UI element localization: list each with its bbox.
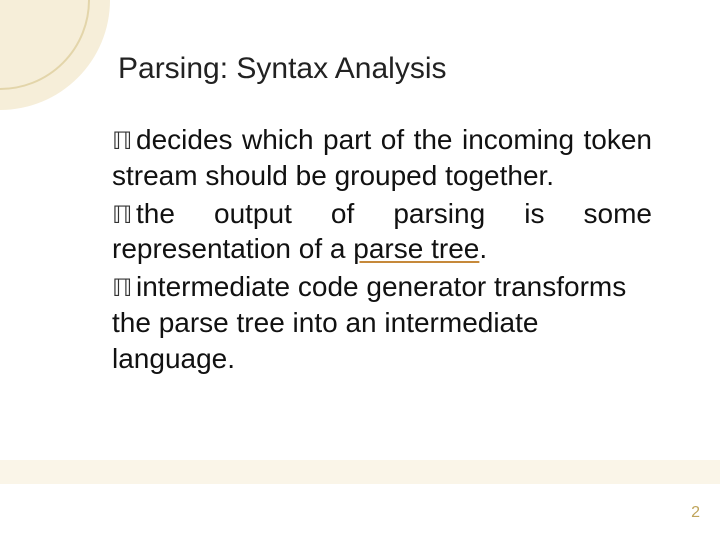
bullet-lead: intermediate xyxy=(136,271,290,302)
slide: Parsing: Syntax Analysis ℿdecides which … xyxy=(0,0,720,540)
bullet-item: ℿdecides which part of the incoming toke… xyxy=(112,122,652,194)
bullet-text: decides which part of the incoming token… xyxy=(112,124,652,191)
bullet-item: ℿthe output of parsing is some represent… xyxy=(112,196,652,268)
bullet-item: ℿintermediate code generator transforms … xyxy=(112,269,652,376)
bullet-glyph-icon: ℿ xyxy=(112,274,136,305)
bullet-emphasis: parse tree xyxy=(353,233,479,264)
bullet-rest: . xyxy=(479,233,487,264)
bullet-text: the output of parsing is some representa… xyxy=(112,198,652,265)
bullet-lead: the xyxy=(136,198,175,229)
bottom-accent-band xyxy=(0,460,720,484)
page-number: 2 xyxy=(691,504,700,522)
content-area: Parsing: Syntax Analysis ℿdecides which … xyxy=(0,0,720,377)
bullet-glyph-icon: ℿ xyxy=(112,201,136,232)
bullet-list: ℿdecides which part of the incoming toke… xyxy=(112,122,652,377)
bullet-lead: decides xyxy=(136,124,233,155)
slide-title: Parsing: Syntax Analysis xyxy=(118,52,642,86)
bullet-text: intermediate code generator transforms t… xyxy=(112,271,626,374)
bullet-glyph-icon: ℿ xyxy=(112,127,136,158)
